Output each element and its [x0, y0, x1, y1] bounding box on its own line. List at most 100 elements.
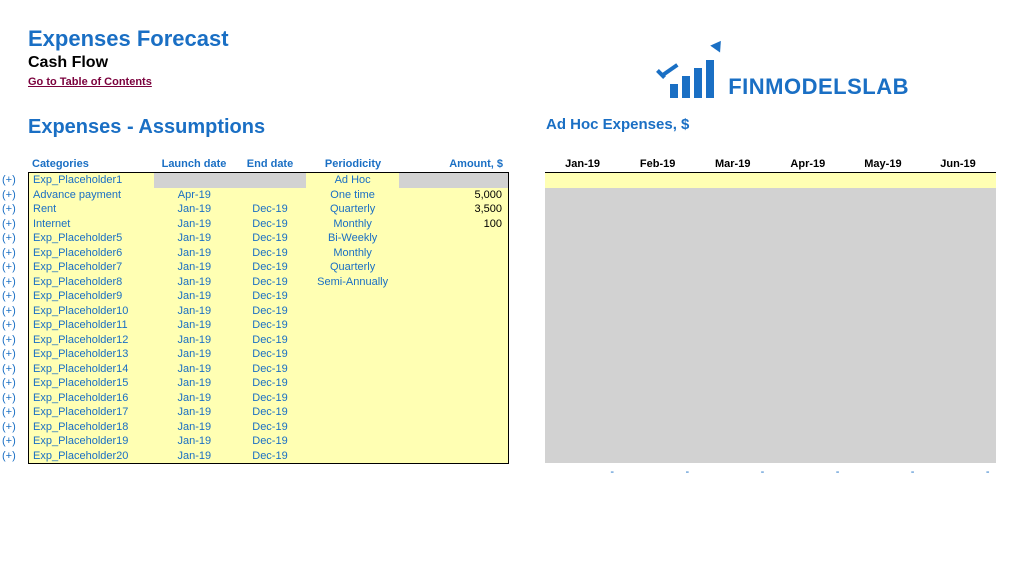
- cell-end-date[interactable]: Dec-19: [234, 405, 306, 420]
- adhoc-cell[interactable]: [620, 173, 695, 188]
- cell-category[interactable]: Exp_Placeholder18: [29, 420, 154, 435]
- expand-row-button[interactable]: (+): [0, 391, 28, 406]
- expand-row-button[interactable]: (+): [0, 434, 28, 449]
- cell-category[interactable]: Rent: [29, 202, 154, 217]
- cell-periodicity[interactable]: [306, 376, 400, 391]
- cell-end-date[interactable]: Dec-19: [234, 420, 306, 435]
- cell-periodicity[interactable]: One time: [306, 188, 400, 203]
- expand-row-button[interactable]: (+): [0, 347, 28, 362]
- expand-row-button[interactable]: (+): [0, 231, 28, 246]
- cell-launch-date[interactable]: Jan-19: [154, 449, 234, 464]
- cell-periodicity[interactable]: Quarterly: [306, 202, 400, 217]
- cell-end-date[interactable]: Dec-19: [234, 318, 306, 333]
- cell-launch-date[interactable]: Jan-19: [154, 318, 234, 333]
- cell-category[interactable]: Exp_Placeholder13: [29, 347, 154, 362]
- cell-category[interactable]: Exp_Placeholder19: [29, 434, 154, 449]
- cell-periodicity[interactable]: Ad Hoc: [306, 173, 400, 188]
- cell-category[interactable]: Advance payment: [29, 188, 154, 203]
- cell-amount[interactable]: 100: [399, 217, 508, 232]
- cell-launch-date[interactable]: [154, 173, 234, 188]
- cell-amount[interactable]: [399, 420, 508, 435]
- cell-end-date[interactable]: Dec-19: [234, 333, 306, 348]
- cell-launch-date[interactable]: Jan-19: [154, 202, 234, 217]
- expand-row-button[interactable]: (+): [0, 217, 28, 232]
- expand-row-button[interactable]: (+): [0, 376, 28, 391]
- cell-launch-date[interactable]: Jan-19: [154, 347, 234, 362]
- expand-row-button[interactable]: (+): [0, 202, 28, 217]
- cell-category[interactable]: Exp_Placeholder7: [29, 260, 154, 275]
- cell-category[interactable]: Internet: [29, 217, 154, 232]
- cell-end-date[interactable]: Dec-19: [234, 231, 306, 246]
- cell-end-date[interactable]: Dec-19: [234, 217, 306, 232]
- cell-amount[interactable]: [399, 289, 508, 304]
- cell-launch-date[interactable]: Jan-19: [154, 420, 234, 435]
- cell-launch-date[interactable]: Jan-19: [154, 304, 234, 319]
- expand-row-button[interactable]: (+): [0, 405, 28, 420]
- cell-periodicity[interactable]: Monthly: [306, 246, 400, 261]
- cell-periodicity[interactable]: [306, 333, 400, 348]
- cell-category[interactable]: Exp_Placeholder16: [29, 391, 154, 406]
- cell-amount[interactable]: [399, 405, 508, 420]
- cell-category[interactable]: Exp_Placeholder8: [29, 275, 154, 290]
- cell-periodicity[interactable]: [306, 347, 400, 362]
- cell-launch-date[interactable]: Apr-19: [154, 188, 234, 203]
- cell-end-date[interactable]: [234, 188, 306, 203]
- cell-launch-date[interactable]: Jan-19: [154, 260, 234, 275]
- cell-amount[interactable]: [399, 173, 508, 188]
- cell-periodicity[interactable]: Quarterly: [306, 260, 400, 275]
- cell-launch-date[interactable]: Jan-19: [154, 434, 234, 449]
- cell-launch-date[interactable]: Jan-19: [154, 333, 234, 348]
- cell-end-date[interactable]: Dec-19: [234, 304, 306, 319]
- expand-row-button[interactable]: (+): [0, 420, 28, 435]
- cell-end-date[interactable]: Dec-19: [234, 434, 306, 449]
- cell-amount[interactable]: [399, 449, 508, 464]
- adhoc-cell[interactable]: [695, 173, 770, 188]
- cell-category[interactable]: Exp_Placeholder6: [29, 246, 154, 261]
- adhoc-cell[interactable]: [920, 173, 995, 188]
- cell-periodicity[interactable]: Bi-Weekly: [306, 231, 400, 246]
- cell-end-date[interactable]: Dec-19: [234, 289, 306, 304]
- adhoc-cell[interactable]: [770, 173, 845, 188]
- cell-category[interactable]: Exp_Placeholder14: [29, 362, 154, 377]
- cell-end-date[interactable]: Dec-19: [234, 202, 306, 217]
- cell-launch-date[interactable]: Jan-19: [154, 275, 234, 290]
- adhoc-cell[interactable]: [545, 173, 620, 188]
- cell-amount[interactable]: [399, 318, 508, 333]
- cell-category[interactable]: Exp_Placeholder5: [29, 231, 154, 246]
- cell-category[interactable]: Exp_Placeholder12: [29, 333, 154, 348]
- cell-launch-date[interactable]: Jan-19: [154, 391, 234, 406]
- cell-periodicity[interactable]: [306, 289, 400, 304]
- cell-end-date[interactable]: [234, 173, 306, 188]
- expand-row-button[interactable]: (+): [0, 304, 28, 319]
- expand-row-button[interactable]: (+): [0, 173, 28, 188]
- cell-launch-date[interactable]: Jan-19: [154, 362, 234, 377]
- cell-periodicity[interactable]: [306, 362, 400, 377]
- expand-row-button[interactable]: (+): [0, 362, 28, 377]
- cell-end-date[interactable]: Dec-19: [234, 260, 306, 275]
- cell-category[interactable]: Exp_Placeholder9: [29, 289, 154, 304]
- cell-amount[interactable]: [399, 434, 508, 449]
- cell-amount[interactable]: [399, 347, 508, 362]
- expand-row-button[interactable]: (+): [0, 246, 28, 261]
- cell-category[interactable]: Exp_Placeholder17: [29, 405, 154, 420]
- expand-row-button[interactable]: (+): [0, 449, 28, 464]
- cell-launch-date[interactable]: Jan-19: [154, 217, 234, 232]
- cell-category[interactable]: Exp_Placeholder11: [29, 318, 154, 333]
- cell-periodicity[interactable]: Monthly: [306, 217, 400, 232]
- cell-category[interactable]: Exp_Placeholder10: [29, 304, 154, 319]
- cell-launch-date[interactable]: Jan-19: [154, 405, 234, 420]
- cell-end-date[interactable]: Dec-19: [234, 275, 306, 290]
- cell-amount[interactable]: [399, 246, 508, 261]
- expand-row-button[interactable]: (+): [0, 275, 28, 290]
- cell-category[interactable]: Exp_Placeholder15: [29, 376, 154, 391]
- cell-end-date[interactable]: Dec-19: [234, 362, 306, 377]
- cell-category[interactable]: Exp_Placeholder1: [29, 173, 154, 188]
- cell-end-date[interactable]: Dec-19: [234, 391, 306, 406]
- cell-periodicity[interactable]: [306, 449, 400, 464]
- cell-amount[interactable]: [399, 376, 508, 391]
- cell-amount[interactable]: [399, 304, 508, 319]
- cell-periodicity[interactable]: [306, 405, 400, 420]
- cell-periodicity[interactable]: [306, 420, 400, 435]
- cell-periodicity[interactable]: [306, 391, 400, 406]
- expand-row-button[interactable]: (+): [0, 260, 28, 275]
